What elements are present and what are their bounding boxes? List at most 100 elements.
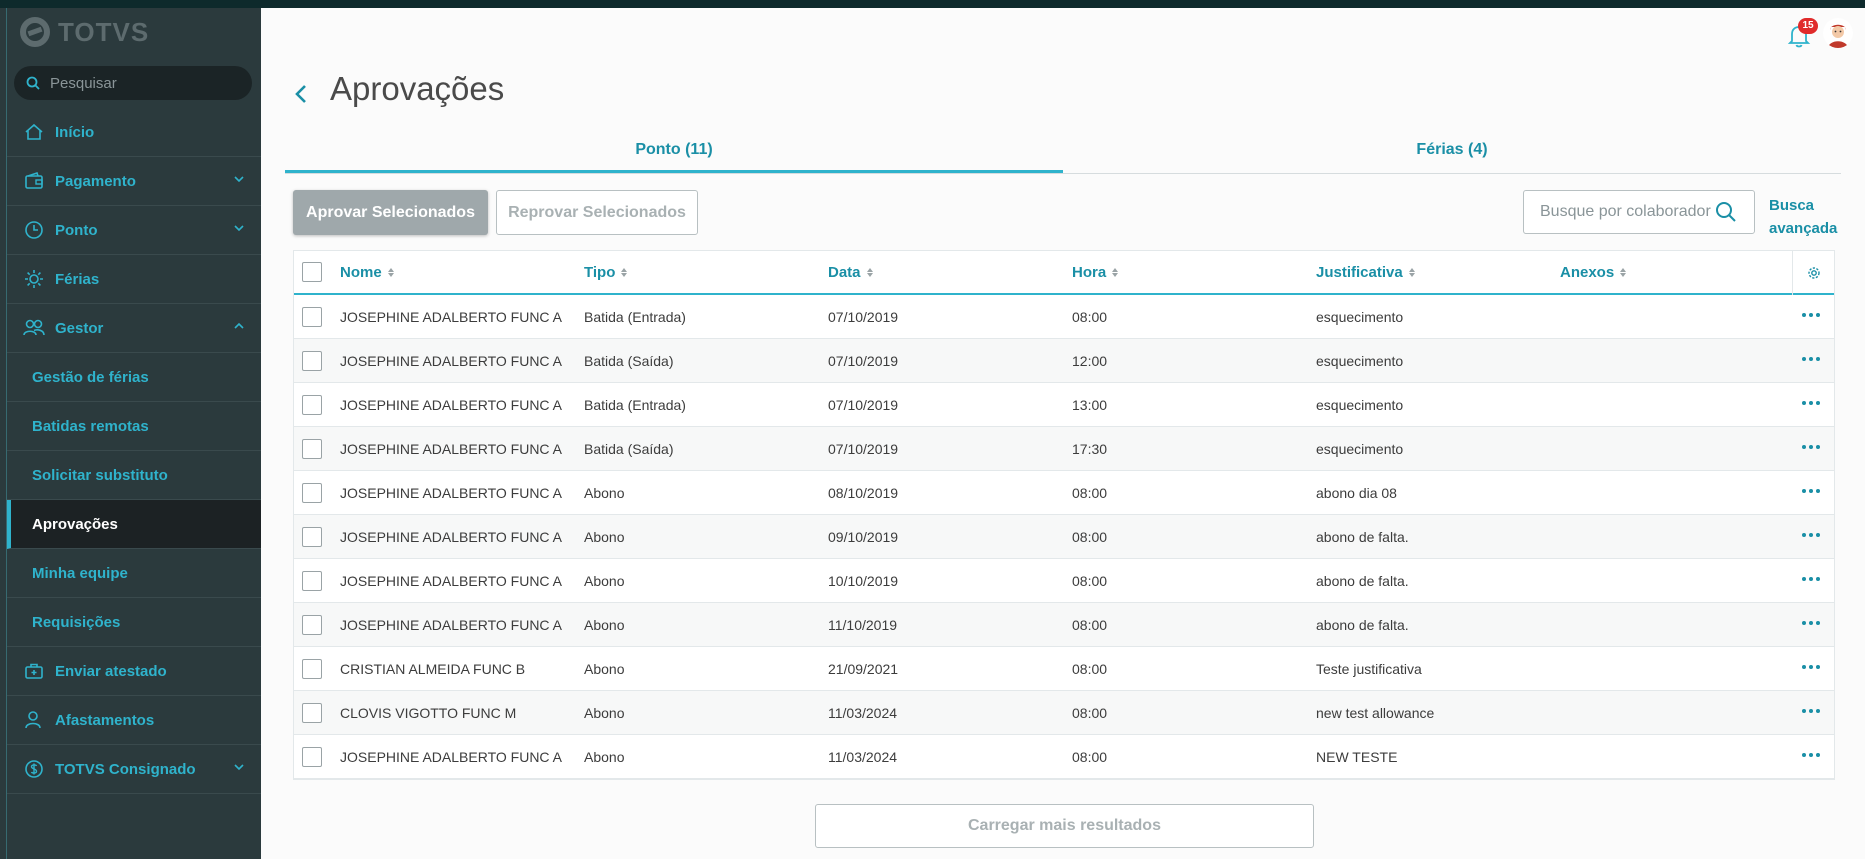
row-checkbox[interactable] [302,570,322,591]
table-row[interactable]: JOSEPHINE ADALBERTO FUNC A Batida (Entrad… [294,383,1834,427]
sidebar-item-label: Aprovações [32,515,118,533]
column-header-tipo[interactable]: Tipo [584,264,828,281]
sort-icon [1620,267,1627,277]
more-actions-icon[interactable] [1802,527,1822,543]
row-checkbox[interactable] [302,438,322,459]
chevron-down-icon [234,225,244,232]
advanced-search-link[interactable]: Busca avançada [1769,194,1859,240]
load-more-button[interactable]: Carregar mais resultados [815,804,1314,848]
cell-data: 08/10/2019 [828,484,899,501]
column-header-label: Nome [340,263,382,281]
sidebar-item-enviar-atestado[interactable]: Enviar atestado [7,647,261,696]
more-actions-icon[interactable] [1802,703,1822,719]
tab-ponto[interactable]: Ponto (11) [285,126,1063,173]
sun-icon [23,268,45,290]
cell-justificativa: new test allowance [1316,704,1435,721]
more-actions-icon[interactable] [1802,395,1822,411]
sidebar-item-label: Gestão de férias [32,368,149,386]
more-actions-icon[interactable] [1802,659,1822,675]
row-checkbox[interactable] [302,350,322,371]
more-actions-icon[interactable] [1802,483,1822,499]
sidebar-item-pagamento[interactable]: Pagamento [7,157,261,206]
table-row[interactable]: CRISTIAN ALMEIDA FUNC B Abono 21/09/2021 08… [294,647,1834,691]
cell-data: 11/10/2019 [828,616,898,633]
cell-data: 07/10/2019 [828,352,899,369]
sidebar-subitem-minha-equipe[interactable]: Minha equipe [7,549,261,598]
medical-bag-icon [23,660,45,682]
notification-badge: 15 [1798,18,1818,34]
sort-icon [866,267,873,277]
sidebar-subitem-requisicoes[interactable]: Requisições [7,598,261,647]
table-row[interactable]: JOSEPHINE ADALBERTO FUNC A Abono 11/03/202… [294,735,1834,779]
reject-selected-button[interactable]: Reprovar Selecionados [496,190,698,235]
sidebar-nav: Início Pagamento Ponto Férias Gestor Ges… [7,108,261,794]
table-row[interactable]: JOSEPHINE ADALBERTO FUNC A Abono 08/10/201… [294,471,1834,515]
sidebar-subitem-solicitar-substituto[interactable]: Solicitar substituto [7,451,261,500]
back-arrow-icon[interactable] [291,80,311,108]
cell-nome: JOSEPHINE ADALBERTO FUNC A [340,396,562,413]
cell-tipo: Batida (Entrada) [584,308,686,325]
sidebar-item-totvs-consignado[interactable]: TOTVS Consignado [7,745,261,794]
sidebar-subitem-batidas-remotas[interactable]: Batidas remotas [7,402,261,451]
table-row[interactable]: JOSEPHINE ADALBERTO FUNC A Abono 09/10/201… [294,515,1834,559]
column-settings-button[interactable] [1792,251,1834,295]
row-checkbox[interactable] [302,658,322,679]
people-icon [23,317,45,339]
table-row[interactable]: JOSEPHINE ADALBERTO FUNC A Batida (Entrad… [294,295,1834,339]
approve-selected-button[interactable]: Aprovar Selecionados [293,190,488,235]
sidebar-item-afastamentos[interactable]: Afastamentos [7,696,261,745]
collaborator-search[interactable] [1523,190,1755,234]
sidebar-item-label: Afastamentos [55,711,155,729]
select-all-checkbox[interactable] [302,262,322,282]
more-actions-icon[interactable] [1802,615,1822,631]
home-icon [23,121,45,143]
row-checkbox[interactable] [302,746,322,767]
collaborator-search-input[interactable] [1540,203,1715,221]
dollar-circle-icon [23,758,45,780]
cell-hora: 08:00 [1072,704,1108,721]
row-checkbox[interactable] [302,526,322,547]
table-row[interactable]: CLOVIS VIGOTTO FUNC M Abono 11/03/2024 08:0… [294,691,1834,735]
cell-tipo: Abono [584,660,625,677]
sidebar-search[interactable] [14,66,252,100]
sidebar: TOTVS Início Pagamento Ponto Férias Gest… [0,8,261,859]
avatar[interactable] [1823,18,1853,48]
more-actions-icon[interactable] [1802,307,1822,323]
column-header-nome[interactable]: Nome [340,264,584,281]
column-header-justificativa[interactable]: Justificativa [1316,264,1560,281]
table-row[interactable]: JOSEPHINE ADALBERTO FUNC A Abono 10/10/201… [294,559,1834,603]
sidebar-item-inicio[interactable]: Início [7,108,261,157]
row-checkbox[interactable] [302,702,322,723]
tab-ferias[interactable]: Férias (4) [1063,126,1841,173]
sidebar-item-ponto[interactable]: Ponto [7,206,261,255]
table-row[interactable]: JOSEPHINE ADALBERTO FUNC A Batida (Saída)… [294,427,1834,471]
cell-hora: 08:00 [1072,572,1108,589]
logo: TOTVS [20,16,149,48]
row-checkbox[interactable] [302,306,322,327]
more-actions-icon[interactable] [1802,747,1822,763]
more-actions-icon[interactable] [1802,351,1822,367]
column-header-anexos[interactable]: Anexos [1560,264,1804,281]
sidebar-subitem-gestao-ferias[interactable]: Gestão de férias [7,353,261,402]
cell-justificativa: abono de falta. [1316,616,1409,633]
sidebar-item-ferias[interactable]: Férias [7,255,261,304]
row-checkbox[interactable] [302,482,322,503]
sidebar-item-gestor[interactable]: Gestor [7,304,261,353]
table-row[interactable]: JOSEPHINE ADALBERTO FUNC A Batida (Saída)… [294,339,1834,383]
sidebar-item-label: Solicitar substituto [32,466,168,484]
more-actions-icon[interactable] [1802,571,1822,587]
row-checkbox[interactable] [302,394,322,415]
sidebar-subitem-aprovacoes[interactable]: Aprovações [7,500,261,549]
table-row[interactable]: JOSEPHINE ADALBERTO FUNC A Abono 11/10/201… [294,603,1834,647]
column-header-hora[interactable]: Hora [1072,264,1316,281]
cell-hora: 08:00 [1072,748,1108,765]
cell-justificativa: NEW TESTE [1316,748,1398,765]
cell-data: 07/10/2019 [828,440,899,457]
more-actions-icon[interactable] [1802,439,1822,455]
row-checkbox[interactable] [302,614,322,635]
cell-hora: 08:00 [1072,308,1108,325]
search-input[interactable] [50,74,230,92]
column-header-data[interactable]: Data [828,264,1072,281]
search-icon[interactable] [1715,201,1737,223]
column-header-label: Data [828,263,861,281]
